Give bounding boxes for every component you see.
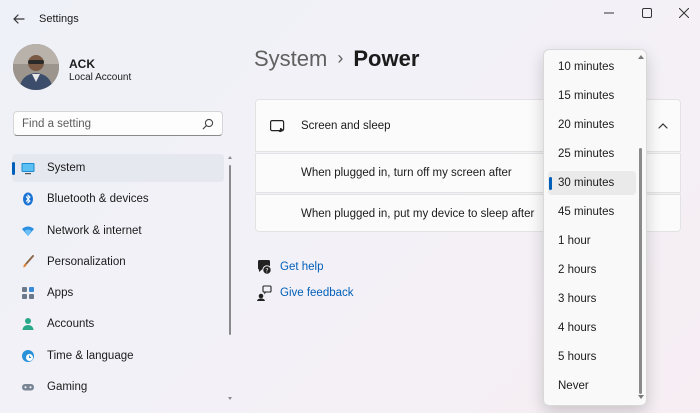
avatar <box>13 44 59 90</box>
page-title: Power <box>353 46 420 71</box>
dropdown-option-label: 4 hours <box>558 322 597 334</box>
dropdown-option[interactable]: 45 minutes <box>548 200 636 224</box>
screen-sleep-title: Screen and sleep <box>301 120 391 132</box>
sidebar-item-label: Gaming <box>47 381 88 394</box>
maximize-icon <box>642 8 652 18</box>
dropdown-option-label: 10 minutes <box>558 61 615 73</box>
sidebar-item-label: Bluetooth & devices <box>47 193 149 206</box>
dropdown-option[interactable]: 2 hours <box>548 258 636 282</box>
give-feedback-text: Give feedback <box>280 287 354 299</box>
dropdown-option-label: 2 hours <box>558 264 597 276</box>
gamepad-icon <box>22 384 34 391</box>
search-placeholder: Find a setting <box>22 118 92 130</box>
sidebar-item-bluetooth[interactable]: Bluetooth & devices <box>12 185 224 213</box>
dropdown-option-label: Never <box>558 380 589 392</box>
sidebar-item-gaming[interactable]: Gaming <box>12 373 224 401</box>
chevron-up-icon <box>658 123 668 129</box>
dropdown-option[interactable]: 4 hours <box>548 316 636 340</box>
dropdown-option-label: 5 hours <box>558 351 597 363</box>
bluetooth-icon <box>23 192 33 206</box>
wifi-icon <box>22 226 34 236</box>
close-icon <box>679 8 689 18</box>
sidebar-scrollbar[interactable] <box>228 155 232 401</box>
breadcrumb-separator: › <box>337 48 344 68</box>
app-title: Settings <box>39 13 79 25</box>
brush-icon <box>23 254 34 268</box>
dropdown-option[interactable]: Never <box>548 374 636 398</box>
search-icon <box>202 118 214 130</box>
system-icon <box>21 163 35 175</box>
sidebar-item-label: System <box>47 162 86 174</box>
minimize-button[interactable] <box>595 3 623 23</box>
sidebar-item-apps[interactable]: Apps <box>12 279 224 307</box>
dropdown-scroll-thumb[interactable] <box>639 148 642 394</box>
sidebar-nav: System Bluetooth & devices Network & int… <box>12 154 224 404</box>
close-button[interactable] <box>670 3 698 23</box>
dropdown-option[interactable]: 1 hour <box>548 229 636 253</box>
sidebar-item-label: Network & internet <box>47 224 142 237</box>
sidebar-item-label: Apps <box>47 287 74 300</box>
sidebar-item-label: Accounts <box>47 318 95 331</box>
dropdown-option-label: 1 hour <box>558 235 591 247</box>
svg-text:?: ? <box>265 268 268 275</box>
dropdown-option[interactable]: 30 minutes <box>548 171 636 195</box>
sidebar-item-time-language[interactable]: Time & language <box>12 342 224 370</box>
dropdown-option[interactable]: 3 hours <box>548 287 636 311</box>
dropdown-option-label: 3 hours <box>558 293 597 305</box>
feedback-icon <box>257 285 272 301</box>
dropdown-option[interactable]: 10 minutes <box>548 55 636 79</box>
dropdown-option-label: 30 minutes <box>558 177 615 189</box>
back-arrow-icon <box>13 14 25 24</box>
sidebar-item-label: Time & language <box>47 349 134 362</box>
dropdown-option-label: 15 minutes <box>558 90 615 102</box>
sidebar-item-accounts[interactable]: Accounts <box>12 310 224 338</box>
timeout-dropdown-list[interactable]: 10 minutes 15 minutes 20 minutes 25 minutes… <box>543 49 647 406</box>
profile-name: ACK <box>69 57 95 71</box>
screen-off-label: When plugged in, turn off my screen afte… <box>301 167 512 179</box>
globe-clock-icon <box>22 349 34 362</box>
profile-account-type: Local Account <box>69 72 132 83</box>
get-help-text: Get help <box>280 261 324 273</box>
dropdown-option[interactable]: 20 minutes <box>548 113 636 137</box>
dropdown-scrollbar[interactable] <box>637 54 645 401</box>
dropdown-option-label: 20 minutes <box>558 119 615 131</box>
sleep-label: When plugged in, put my device to sleep … <box>301 208 535 220</box>
active-indicator <box>12 162 15 175</box>
dropdown-option[interactable]: 15 minutes <box>548 84 636 108</box>
screen-sleep-icon <box>270 120 285 133</box>
breadcrumb-parent[interactable]: System <box>254 46 327 71</box>
dropdown-option[interactable]: 5 hours <box>548 345 636 369</box>
search-input[interactable]: Find a setting <box>13 111 223 136</box>
sidebar-item-label: Personalization <box>47 255 126 268</box>
dropdown-option-label: 25 minutes <box>558 148 615 160</box>
breadcrumb: System › Power <box>254 46 419 72</box>
back-button[interactable] <box>10 10 28 28</box>
sidebar-item-personalization[interactable]: Personalization <box>12 248 224 276</box>
minimize-icon <box>604 12 614 14</box>
sidebar-item-network[interactable]: Network & internet <box>12 217 224 245</box>
scroll-down-arrow-icon[interactable] <box>637 393 645 401</box>
accounts-icon <box>22 318 34 331</box>
dropdown-option-label: 45 minutes <box>558 206 615 218</box>
maximize-button[interactable] <box>633 3 661 23</box>
scroll-up-arrow-icon[interactable] <box>637 53 645 61</box>
selected-indicator <box>549 177 552 190</box>
dropdown-option[interactable]: 25 minutes <box>548 142 636 166</box>
apps-icon <box>22 287 34 300</box>
sidebar-item-system[interactable]: System <box>12 154 224 182</box>
help-icon: ? <box>258 260 272 275</box>
title-bar: Settings <box>0 0 700 38</box>
